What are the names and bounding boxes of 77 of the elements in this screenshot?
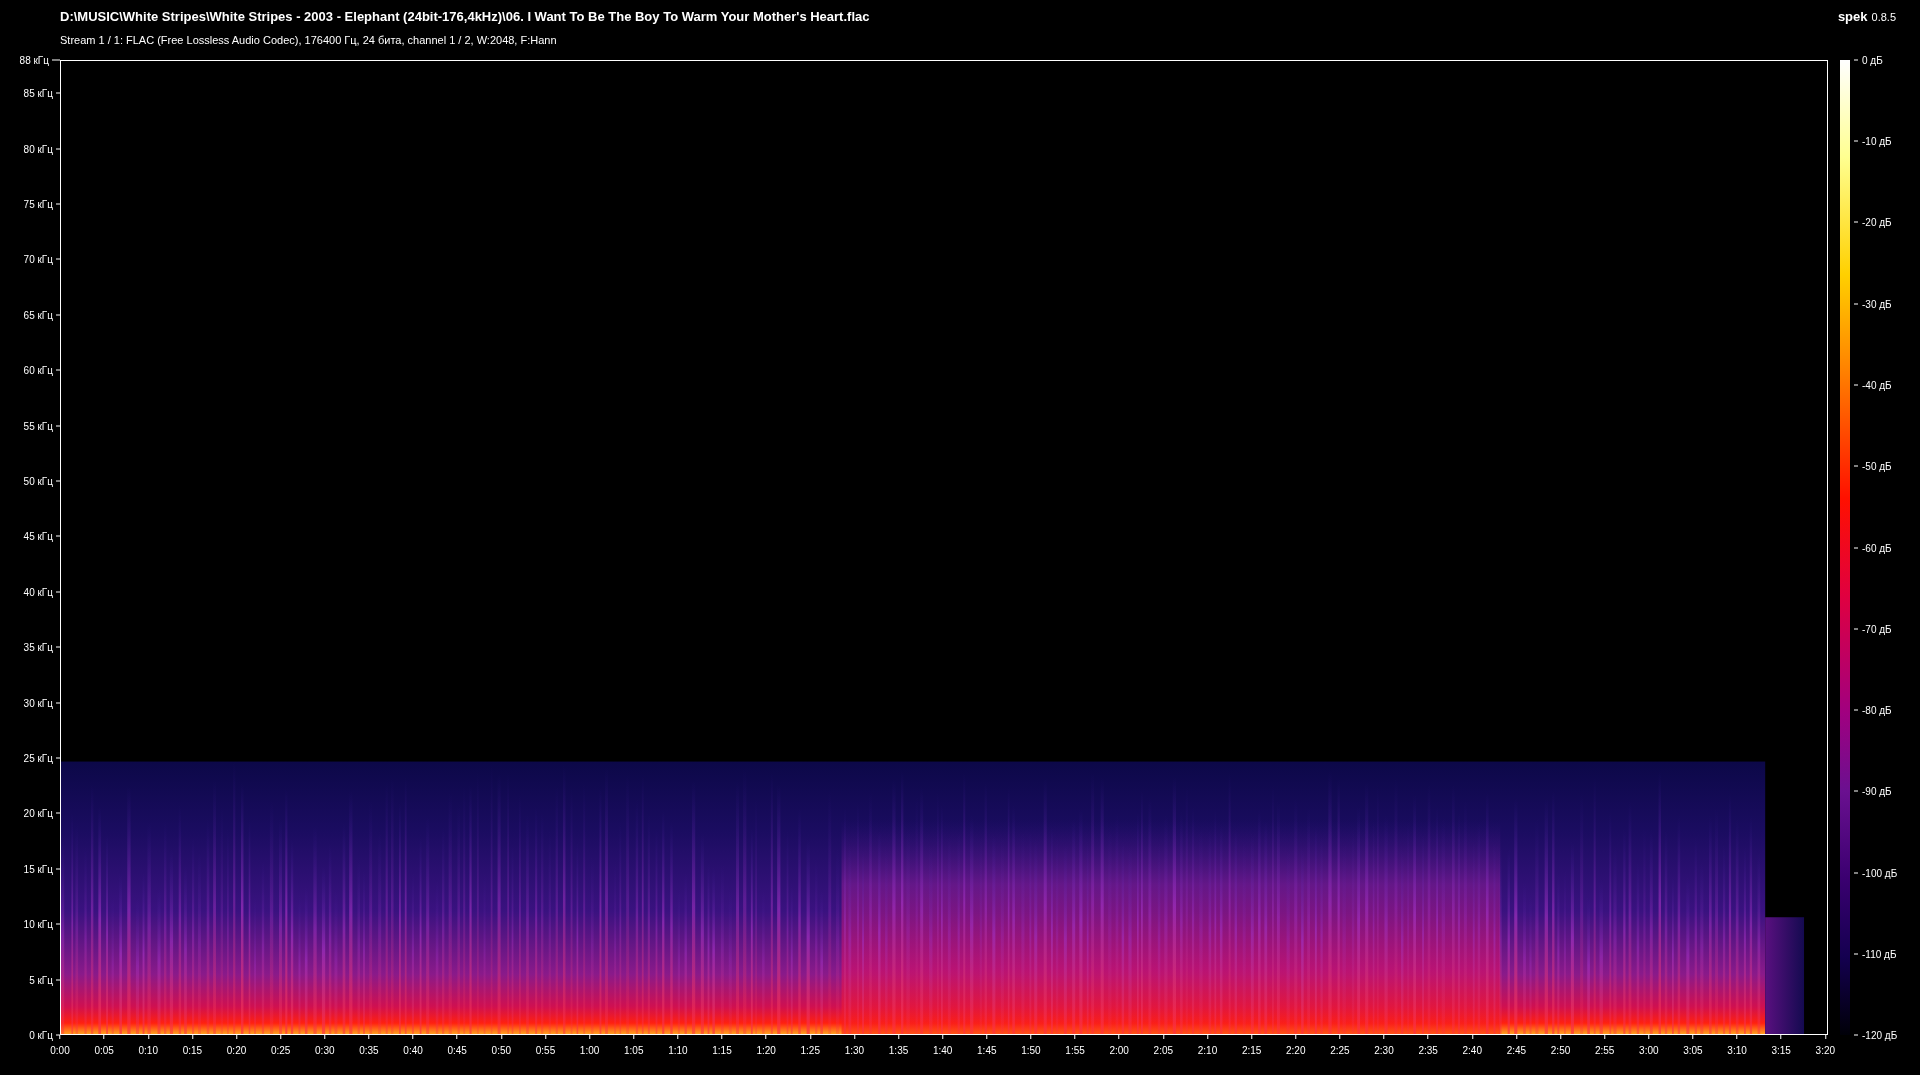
decibel-label: 0 дБ	[1862, 54, 1883, 66]
time-label: 2:00	[1109, 1045, 1129, 1056]
frequency-label: 35 кГц	[23, 641, 53, 653]
time-label: 2:20	[1286, 1045, 1306, 1056]
decibel-label: -50 дБ	[1862, 460, 1892, 472]
frequency-label: 75 кГц	[23, 198, 53, 210]
frequency-label: 65 кГц	[23, 309, 53, 321]
time-label: 1:35	[888, 1045, 909, 1056]
time-label: 0:15	[182, 1045, 203, 1056]
stream-info: Stream 1 / 1: FLAC (Free Lossless Audio Codec), 176400 Гц, 24 бита, channel 1 / 2, W:2048, F:Hann	[60, 34, 558, 46]
time-label: 1:15	[712, 1045, 732, 1056]
decibel-label: -10 дБ	[1862, 135, 1892, 147]
frequency-label: 15 кГц	[23, 863, 53, 875]
time-label: 1:25	[800, 1045, 820, 1056]
frequency-label: 25 кГц	[23, 752, 53, 764]
frequency-label: 60 кГц	[23, 364, 53, 376]
time-label: 2:45	[1506, 1045, 1527, 1056]
decibel-label: -90 дБ	[1862, 785, 1892, 797]
time-label: 3:15	[1771, 1045, 1791, 1056]
time-label: 0:40	[403, 1045, 423, 1056]
frequency-label: 85 кГц	[23, 87, 53, 99]
time-label: 0:05	[94, 1045, 114, 1056]
time-label: 0:50	[491, 1045, 512, 1056]
time-label: 3:20	[1815, 1045, 1836, 1056]
time-label: 2:25	[1330, 1045, 1350, 1056]
time-label: 0:00	[50, 1045, 70, 1056]
time-label: 0:55	[535, 1045, 556, 1056]
time-label: 1:05	[624, 1045, 644, 1056]
frequency-label: 20 кГц	[23, 807, 53, 819]
frequency-label: 5 кГц	[29, 974, 53, 986]
time-label: 2:55	[1594, 1045, 1615, 1056]
app-name: spek	[1837, 9, 1868, 24]
time-label: 1:55	[1065, 1045, 1085, 1056]
time-label: 2:10	[1197, 1045, 1218, 1056]
frequency-label: 45 кГц	[23, 530, 53, 542]
time-label: 2:50	[1550, 1045, 1571, 1056]
decibel-label: -70 дБ	[1862, 623, 1892, 635]
frequency-label: 70 кГц	[23, 253, 53, 265]
time-label: 0:35	[359, 1045, 379, 1056]
frequency-label: 10 кГц	[23, 918, 53, 930]
app-version: 0.8.5	[1871, 11, 1896, 23]
time-label: 2:05	[1153, 1045, 1174, 1056]
frequency-label: 40 кГц	[23, 586, 53, 598]
time-label: 2:15	[1241, 1045, 1262, 1056]
decibel-label: -80 дБ	[1862, 704, 1892, 716]
time-label: 1:00	[579, 1045, 600, 1056]
file-path-title: D:\MUSIC\White Stripes\White Stripes - 2003 - Elephant (24bit-176,4kHz)\06. I Want To Be The Boy To Warm Your Mother's Heart.flac	[60, 9, 870, 24]
frequency-label: 50 кГц	[23, 475, 53, 487]
time-label: 0:30	[315, 1045, 335, 1056]
frequency-label: 0 кГц	[29, 1029, 53, 1041]
time-label: 0:10	[138, 1045, 158, 1056]
decibel-label: -120 дБ	[1862, 1029, 1898, 1041]
decibel-label: -20 дБ	[1862, 217, 1892, 228]
time-label: 0:45	[447, 1045, 467, 1056]
time-label: 3:00	[1639, 1045, 1659, 1056]
time-label: 1:40	[932, 1045, 953, 1056]
time-label: 1:50	[1021, 1045, 1041, 1056]
time-label: 0:20	[226, 1045, 247, 1056]
time-label: 1:45	[977, 1045, 997, 1056]
time-label: 3:05	[1683, 1045, 1703, 1056]
frequency-label: 88 кГц	[19, 54, 49, 66]
frequency-label: 80 кГц	[23, 143, 53, 155]
decibel-label: -60 дБ	[1862, 542, 1892, 553]
time-label: 1:30	[844, 1045, 865, 1056]
decibel-label: -30 дБ	[1862, 298, 1892, 310]
decibel-label: -110 дБ	[1862, 948, 1897, 960]
time-label: 2:30	[1374, 1045, 1394, 1056]
time-label: 2:40	[1462, 1045, 1482, 1056]
frequency-label: 30 кГц	[23, 697, 53, 709]
frequency-label: 55 кГц	[23, 420, 53, 432]
time-label: 0:25	[270, 1045, 291, 1056]
time-label: 1:20	[756, 1045, 776, 1056]
time-label: 3:10	[1727, 1045, 1747, 1056]
time-label: 1:10	[668, 1045, 688, 1056]
decibel-label: -40 дБ	[1862, 379, 1892, 391]
decibel-label: -100 дБ	[1862, 867, 1898, 878]
time-label: 2:35	[1418, 1045, 1438, 1056]
